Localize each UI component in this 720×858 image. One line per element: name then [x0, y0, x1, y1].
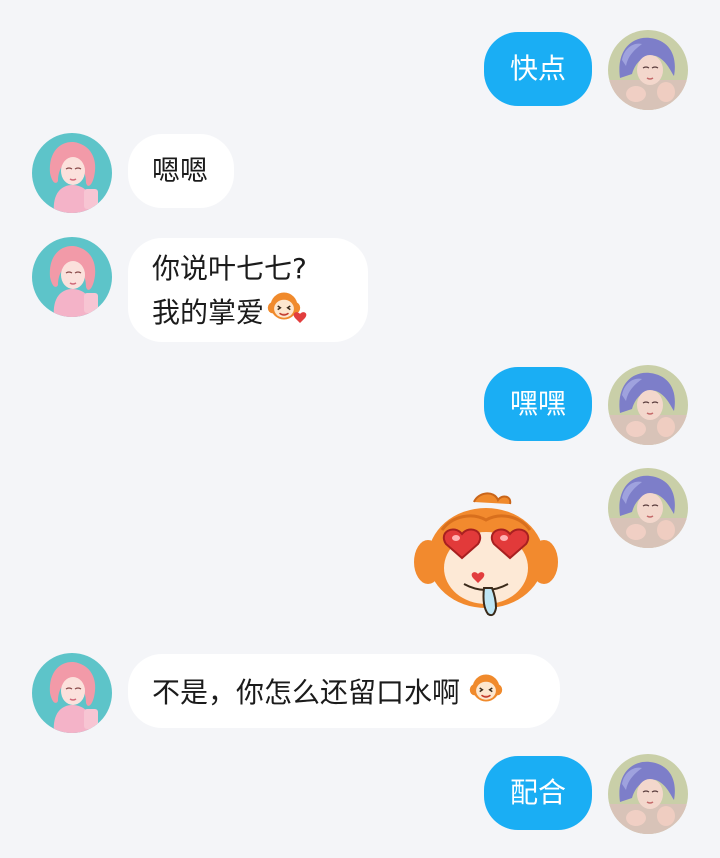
message-text: 不是，你怎么还留口水啊 [152, 676, 461, 709]
my-avatar[interactable] [608, 468, 688, 548]
my-avatar[interactable] [608, 365, 688, 445]
laughing-monkey-emoji [468, 670, 504, 718]
outgoing-message-bubble[interactable]: 配合 [484, 756, 592, 830]
message-text: 嗯嗯 [152, 154, 209, 187]
my-avatar[interactable] [608, 30, 688, 110]
heart-eyes-monkey-sticker[interactable] [414, 490, 558, 620]
message-text: 配合 [509, 776, 566, 809]
outgoing-message-bubble[interactable]: 嘿嘿 [484, 367, 592, 441]
message-text: 嘿嘿 [509, 387, 566, 420]
contact-avatar[interactable] [32, 653, 112, 733]
my-avatar[interactable] [608, 754, 688, 834]
message-text-line: 我的掌爱 [152, 290, 344, 338]
message-text-line: 你说叶七七? [152, 252, 307, 285]
incoming-message-bubble[interactable]: 嗯嗯 [128, 134, 234, 208]
message-text: 我的掌爱 [152, 296, 265, 329]
shy-monkey-emoji [266, 290, 312, 338]
outgoing-message-bubble[interactable]: 快点 [484, 32, 592, 106]
incoming-message-bubble[interactable]: 不是，你怎么还留口水啊 [128, 654, 560, 728]
contact-avatar[interactable] [32, 133, 112, 213]
contact-avatar[interactable] [32, 237, 112, 317]
incoming-message-bubble[interactable]: 你说叶七七? 我的掌爱 [128, 238, 368, 342]
message-text: 快点 [509, 52, 566, 85]
